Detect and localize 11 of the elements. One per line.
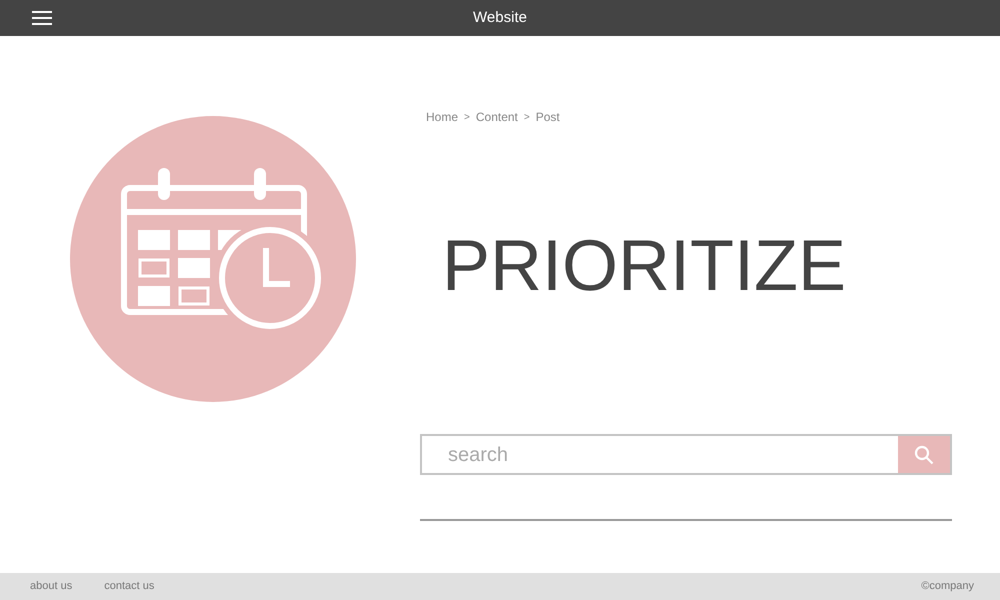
footer-link[interactable]: about us [30, 578, 72, 595]
company-label: ©company [921, 579, 974, 594]
menu-button[interactable] [32, 11, 52, 25]
page-heading: PRIORITIZE [442, 230, 848, 302]
breadcrumb-link[interactable]: Content [476, 108, 518, 126]
breadcrumb-link[interactable]: Post [536, 108, 560, 126]
footer-link[interactable]: contact us [104, 578, 154, 595]
breadcrumb-separator: > [524, 110, 530, 124]
breadcrumb-link[interactable]: Home [426, 108, 458, 126]
site-title: Website [473, 8, 527, 28]
breadcrumb-separator: > [464, 110, 470, 124]
